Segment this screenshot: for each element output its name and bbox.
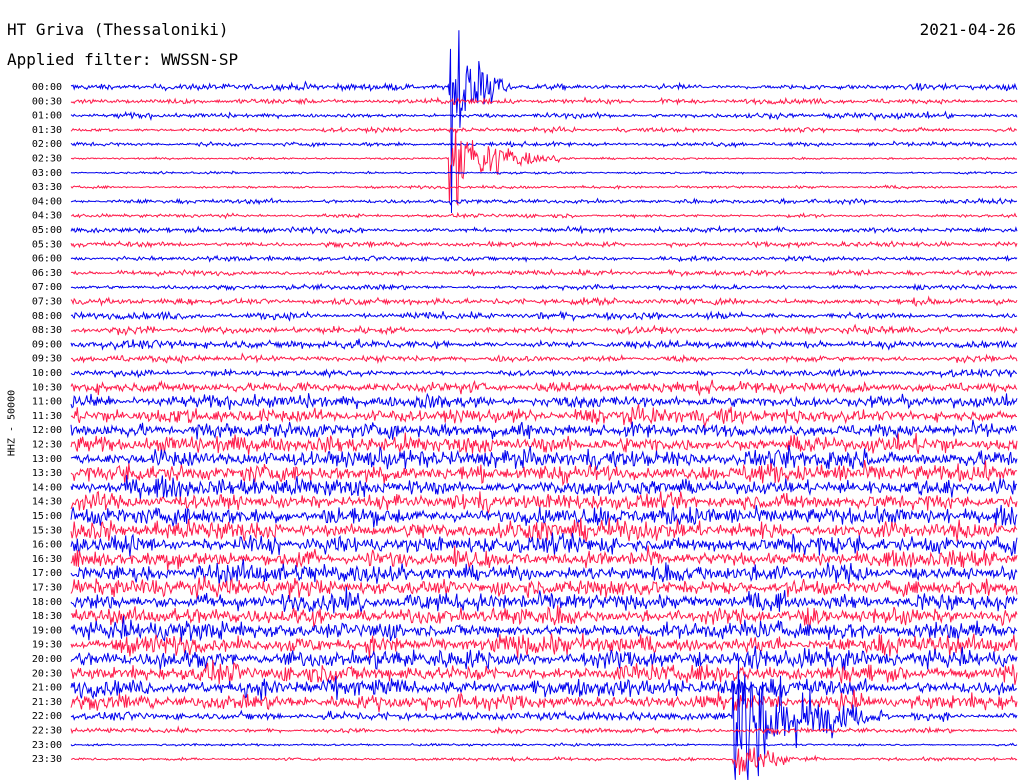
time-label: 01:00 <box>32 111 62 122</box>
trace-row <box>70 658 1018 780</box>
time-label: 10:00 <box>32 368 62 379</box>
time-label: 04:00 <box>32 196 62 207</box>
trace-row <box>70 419 1018 440</box>
trace-row <box>70 338 1018 351</box>
trace-row <box>70 197 1018 206</box>
trace-row <box>70 240 1018 250</box>
trace-row <box>70 747 1018 776</box>
time-label: 11:00 <box>32 397 62 408</box>
time-label: 18:30 <box>32 611 62 622</box>
time-label: 06:00 <box>32 254 62 265</box>
time-label: 22:00 <box>32 711 62 722</box>
trace-row <box>70 224 1018 235</box>
time-label: 08:00 <box>32 311 62 322</box>
time-label: 17:00 <box>32 568 62 579</box>
time-label: 19:00 <box>32 625 62 636</box>
time-label: 18:00 <box>32 597 62 608</box>
time-label: 10:30 <box>32 382 62 393</box>
time-label: 23:00 <box>32 740 62 751</box>
trace-row <box>70 128 1018 207</box>
time-label: 00:00 <box>32 82 62 93</box>
trace-row <box>70 559 1018 587</box>
trace-row <box>70 125 1018 135</box>
time-label: 19:30 <box>32 640 62 651</box>
trace-row <box>70 310 1018 322</box>
time-label: 16:00 <box>32 540 62 551</box>
trace-row <box>70 392 1018 410</box>
time-label: 20:30 <box>32 668 62 679</box>
time-label: 11:30 <box>32 411 62 422</box>
trace-row <box>70 96 1018 106</box>
trace-row <box>70 605 1018 629</box>
time-label: 00:30 <box>32 96 62 107</box>
time-label: 21:30 <box>32 697 62 708</box>
time-label: 04:30 <box>32 211 62 222</box>
trace-row <box>70 295 1018 308</box>
trace-row <box>70 460 1018 487</box>
time-label: 14:00 <box>32 482 62 493</box>
trace-row <box>70 254 1018 263</box>
time-label: 14:30 <box>32 497 62 508</box>
trace-row <box>70 676 1018 701</box>
time-label: 15:30 <box>32 525 62 536</box>
trace-row <box>70 474 1018 500</box>
time-label: 08:30 <box>32 325 62 336</box>
trace-row <box>70 575 1018 600</box>
helicorder-plot: 00:00 00:30 01:00 01:30 02:00 02:30 03:00 03:30… <box>32 30 1018 780</box>
time-label: 01:30 <box>32 125 62 136</box>
time-label: 22:30 <box>32 726 62 737</box>
trace-row <box>70 490 1018 514</box>
trace-row <box>70 367 1017 379</box>
trace-row <box>70 170 1018 175</box>
trace-row <box>70 268 1018 278</box>
trace-row <box>70 689 1018 713</box>
time-label: 05:00 <box>32 225 62 236</box>
trace-row <box>70 379 1018 397</box>
time-label: 12:30 <box>32 440 62 451</box>
trace-row <box>70 352 1018 365</box>
time-label: 13:30 <box>32 468 62 479</box>
trace-row <box>70 110 1018 122</box>
trace-row <box>70 725 1018 736</box>
time-label: 07:00 <box>32 282 62 293</box>
time-label: 05:30 <box>32 239 62 250</box>
time-label: 09:00 <box>32 339 62 350</box>
time-label: 20:00 <box>32 654 62 665</box>
time-label: 13:00 <box>32 454 62 465</box>
trace-row <box>70 30 1018 214</box>
trace-row <box>70 282 1018 292</box>
time-label: 12:00 <box>32 425 62 436</box>
time-label: 06:30 <box>32 268 62 279</box>
time-label: 16:30 <box>32 554 62 565</box>
time-label: 23:30 <box>32 754 62 765</box>
time-label: 21:00 <box>32 683 62 694</box>
trace-row <box>70 742 1018 748</box>
time-label: 03:30 <box>32 182 62 193</box>
trace-row <box>70 633 1018 659</box>
trace-row <box>70 432 1018 455</box>
trace-row <box>70 211 1018 220</box>
trace-row <box>70 140 1018 149</box>
time-label: 02:00 <box>32 139 62 150</box>
trace-row <box>70 660 1018 685</box>
time-label: 15:00 <box>32 511 62 522</box>
time-label: 09:30 <box>32 354 62 365</box>
time-label: 03:00 <box>32 168 62 179</box>
trace-row <box>70 404 1018 429</box>
time-label: 17:30 <box>32 583 62 594</box>
time-label: 02:30 <box>32 154 62 165</box>
trace-row <box>70 184 1018 190</box>
trace-row <box>70 323 1018 337</box>
time-label: 07:30 <box>32 297 62 308</box>
